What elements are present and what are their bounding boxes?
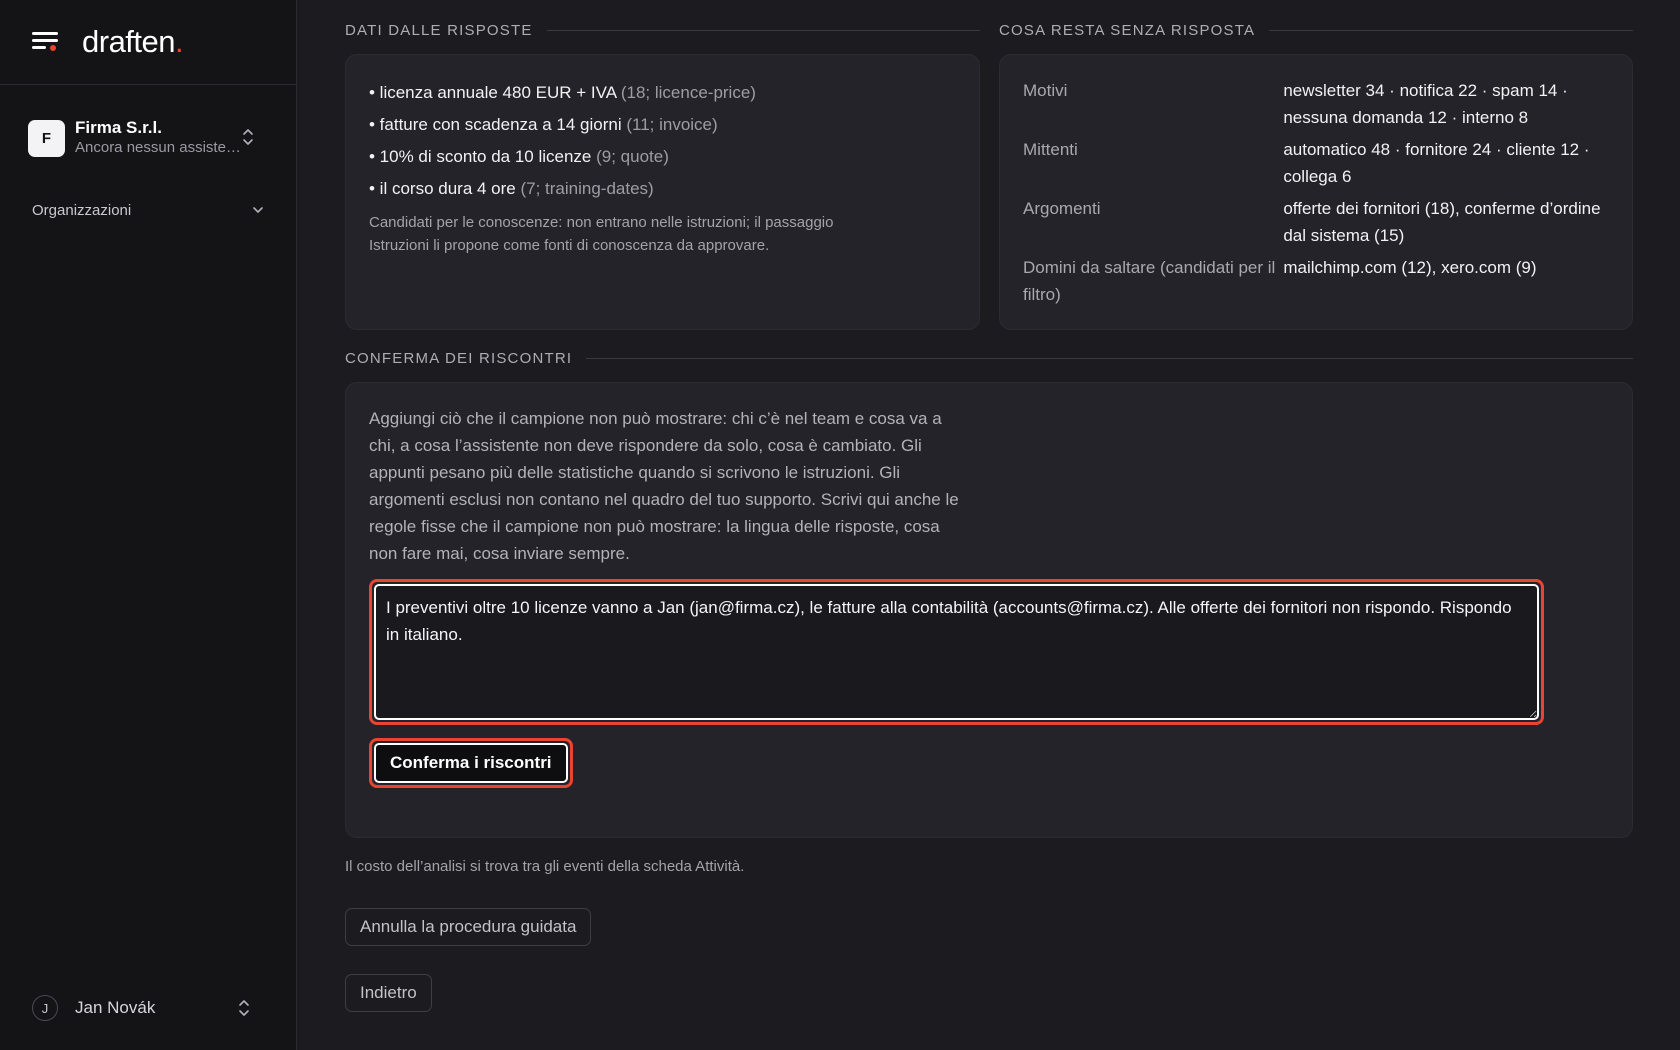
row-value: mailchimp.com (12), xero.com (9)	[1283, 258, 1537, 277]
notes-textarea[interactable]: I preventivi oltre 10 licenze vanno a Ja…	[374, 584, 1539, 720]
back-button[interactable]: Indietro	[345, 974, 432, 1012]
list-item: • il corso dura 4 ore (7; training-dates…	[369, 179, 654, 198]
table-row: Domini da saltare (candidati per il filt…	[1023, 254, 1610, 308]
logo[interactable]: draften.	[82, 24, 184, 60]
avatar: J	[32, 995, 58, 1021]
confirm-findings-button[interactable]: Conferma i riscontri	[374, 743, 568, 783]
row-label: Argomenti	[1023, 199, 1101, 218]
sidebar-item-organizations[interactable]: Organizzazioni	[32, 196, 264, 224]
section-title: DATI DALLE RISPOSTE	[345, 22, 533, 39]
row-label: Mittenti	[1023, 140, 1078, 159]
main-content: DATI DALLE RISPOSTE • licenza annuale 48…	[345, 0, 1633, 1050]
table-row: Argomenti offerte dei fornitori (18), co…	[1023, 195, 1610, 249]
unanswered-section-header: COSA RESTA SENZA RISPOSTA	[999, 22, 1633, 39]
list-item: • fatture con scadenza a 14 giorni (11; …	[369, 115, 718, 134]
menu-icon[interactable]	[32, 30, 60, 54]
list-item: • 10% di sconto da 10 licenze (9; quote)	[369, 147, 669, 166]
cancel-wizard-button[interactable]: Annulla la procedura guidata	[345, 908, 592, 946]
list-item: • licenza annuale 480 EUR + IVA (18; lic…	[369, 83, 756, 102]
cost-note: Il costo dell’analisi si trova tra gli e…	[345, 858, 745, 875]
org-avatar: F	[28, 119, 65, 157]
user-switcher[interactable]: J Jan Novák	[32, 994, 264, 1022]
row-label: Motivi	[1023, 81, 1068, 100]
row-value: offerte dei fornitori (18), conferme d’o…	[1283, 199, 1601, 245]
org-switcher[interactable]: F Firma S.r.l. Ancora nessun assistente	[28, 118, 272, 158]
row-label: Domini da saltare (candidati per il filt…	[1023, 258, 1276, 304]
row-value: automatico 48 · fornitore 24 · cliente 1…	[1283, 140, 1590, 186]
confirm-button-focus-ring: Conferma i riscontri	[369, 738, 573, 788]
row-value: newsletter 34 · notifica 22 · spam 14 · …	[1283, 81, 1568, 127]
notes-textarea-focus-ring: I preventivi oltre 10 licenze vanno a Ja…	[369, 579, 1544, 725]
chevron-up-down-icon	[239, 1000, 249, 1016]
sidebar-header: draften.	[0, 0, 296, 85]
table-row: Motivi newsletter 34 · notifica 22 · spa…	[1023, 77, 1610, 131]
confirm-description: Aggiungi ciò che il campione non può mos…	[369, 409, 959, 563]
facts-note: Candidati per le conoscenze: non entrano…	[369, 214, 834, 254]
facts-section-header: DATI DALLE RISPOSTE	[345, 22, 980, 39]
chevron-down-icon	[253, 207, 263, 213]
facts-card: • licenza annuale 480 EUR + IVA (18; lic…	[345, 54, 980, 330]
sidebar-item-label: Organizzazioni	[32, 201, 132, 219]
sidebar: draften. F Firma S.r.l. Ancora nessun as…	[0, 0, 297, 1050]
org-subtitle: Ancora nessun assistente	[75, 139, 245, 156]
user-name: Jan Novák	[75, 998, 156, 1017]
section-title: CONFERMA DEI RISCONTRI	[345, 350, 573, 367]
chevron-up-down-icon	[243, 129, 253, 145]
table-row: Mittenti automatico 48 · fornitore 24 · …	[1023, 136, 1610, 190]
confirm-card: Aggiungi ciò che il campione non può mos…	[345, 382, 1633, 838]
unanswered-card: Motivi newsletter 34 · notifica 22 · spa…	[999, 54, 1633, 330]
confirm-section-header: CONFERMA DEI RISCONTRI	[345, 350, 1633, 367]
org-name: Firma S.r.l.	[75, 118, 162, 137]
section-title: COSA RESTA SENZA RISPOSTA	[999, 22, 1256, 39]
